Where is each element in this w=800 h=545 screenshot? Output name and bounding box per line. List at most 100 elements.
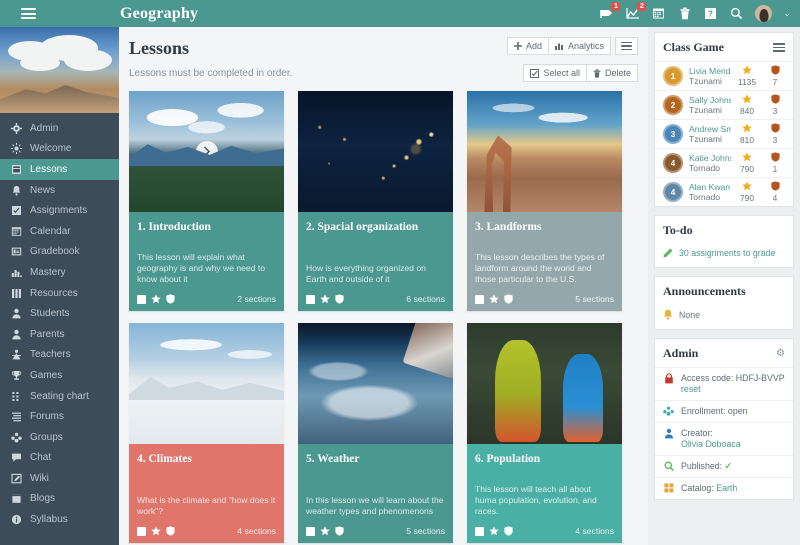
class-game-panel: Class Game 1Livia MendesTzunami113572Sal… xyxy=(654,32,794,207)
player-rank: 2 xyxy=(670,100,676,110)
class-game-player-row[interactable]: 4 Katie JohnsonTornado 790 1 xyxy=(655,148,793,177)
lesson-section-count: 5 sections xyxy=(575,294,614,304)
sidebar-item-forums[interactable]: Forums xyxy=(0,406,119,427)
avatar[interactable] xyxy=(755,5,773,22)
class-game-player-list: 1Livia MendesTzunami113572Sally JohnsonT… xyxy=(655,61,793,206)
todo-item[interactable]: 30 assignments to grade xyxy=(655,244,793,267)
sidebar-item-chat[interactable]: Chat xyxy=(0,448,119,469)
play-lesson-button[interactable] xyxy=(195,140,218,163)
lesson-card[interactable]: 6. Population This lesson will teach all … xyxy=(467,323,622,543)
sidebar-item-syllabus[interactable]: Syllabus xyxy=(0,509,119,530)
trash-icon xyxy=(593,68,601,78)
app-title: Geography xyxy=(120,4,199,22)
select-all-button[interactable]: Select all xyxy=(523,64,587,82)
class-game-player-row[interactable]: 1 Livia MendesTzunami 1135 7 xyxy=(655,61,793,90)
sidebar-item-gradebook[interactable]: Gradebook xyxy=(0,242,119,263)
gear-icon xyxy=(10,122,22,134)
search-icon[interactable] xyxy=(729,6,744,21)
calendar-icon xyxy=(10,226,22,237)
sidebar-item-calendar[interactable]: Calendar xyxy=(0,221,119,242)
main-menu-toggle[interactable] xyxy=(0,6,56,22)
sidebar-item-news[interactable]: News xyxy=(0,180,119,201)
lesson-card[interactable]: 2. Spacial organization How is everything… xyxy=(298,91,453,311)
sidebar-item-groups[interactable]: Groups xyxy=(0,427,119,448)
calendar-icon xyxy=(11,226,21,236)
star-icon[interactable] xyxy=(320,526,330,536)
sidebar-item-assignments[interactable]: Assignments xyxy=(0,200,119,221)
lesson-select-checkbox[interactable] xyxy=(137,526,146,536)
sidebar-item-teachers[interactable]: Teachers xyxy=(0,345,119,366)
shield-icon xyxy=(765,123,785,135)
star-icon[interactable] xyxy=(489,294,499,304)
star-icon[interactable] xyxy=(151,526,161,536)
book-icon xyxy=(10,164,22,175)
player-name[interactable]: Alan Kwan xyxy=(689,182,731,192)
shield-icon[interactable] xyxy=(504,294,513,304)
shield-icon[interactable] xyxy=(335,294,344,304)
chevron-down-icon[interactable]: ⌄ xyxy=(783,8,791,19)
lesson-title: 1. Introduction xyxy=(137,221,211,233)
hamburger-icon xyxy=(20,6,36,22)
admin-row-link[interactable]: Olivia Doboaca xyxy=(681,439,741,449)
sidebar-item-mastery[interactable]: Mastery xyxy=(0,262,119,283)
lesson-card[interactable]: 3. Landforms This lesson describes the ty… xyxy=(467,91,622,311)
catalog-icon xyxy=(663,483,673,493)
shield-icon[interactable] xyxy=(166,294,175,304)
shield-icon[interactable] xyxy=(166,526,175,536)
lesson-section-count: 4 sections xyxy=(575,526,614,536)
blog-icon xyxy=(10,493,22,504)
lesson-select-checkbox[interactable] xyxy=(306,526,315,536)
lesson-select-checkbox[interactable] xyxy=(306,294,315,304)
player-name[interactable]: Andrew Smith xyxy=(689,124,731,134)
admin-row-link[interactable]: reset xyxy=(681,384,701,394)
class-game-player-row[interactable]: 2 Sally JohnsonTzunami 840 3 xyxy=(655,90,793,119)
star-icon[interactable] xyxy=(489,526,499,536)
admin-row-link[interactable]: Earth xyxy=(716,483,737,493)
analytics-button[interactable]: Analytics xyxy=(548,37,611,55)
sidebar-item-welcome[interactable]: Welcome xyxy=(0,139,119,160)
search-icon xyxy=(663,461,674,472)
star-icon[interactable] xyxy=(320,294,330,304)
sidebar-item-admin[interactable]: Admin xyxy=(0,118,119,139)
gear-icon[interactable]: ⚙ xyxy=(776,348,785,359)
class-game-menu-button[interactable] xyxy=(773,41,785,54)
lesson-card[interactable]: 4. Climates What is the climate and "how … xyxy=(129,323,284,543)
sidebar-item-resources[interactable]: Resources xyxy=(0,283,119,304)
sidebar-item-seating-chart[interactable]: Seating chart xyxy=(0,386,119,407)
player-name[interactable]: Sally Johnson xyxy=(689,95,731,105)
notifications-icon[interactable]: 1 xyxy=(599,2,621,21)
star-icon[interactable] xyxy=(151,294,161,304)
lock-icon xyxy=(664,373,673,384)
lesson-select-checkbox[interactable] xyxy=(137,294,146,304)
trash-icon[interactable] xyxy=(677,6,692,21)
sidebar-item-label: Groups xyxy=(30,431,63,443)
sidebar-item-students[interactable]: Students xyxy=(0,303,119,324)
sidebar-item-lessons[interactable]: Lessons xyxy=(0,159,119,180)
calendar-icon[interactable] xyxy=(651,6,666,21)
sidebar-item-blogs[interactable]: Blogs xyxy=(0,489,119,510)
shield-icon[interactable] xyxy=(335,526,344,536)
lesson-select-checkbox[interactable] xyxy=(475,526,484,536)
lesson-card[interactable]: 5. Weather In this lesson we will learn a… xyxy=(298,323,453,543)
player-name[interactable]: Livia Mendes xyxy=(689,66,731,76)
admin-row-list: Access code: HDFJ-BVVP reset Enrollment: o… xyxy=(655,367,793,499)
player-name[interactable]: Katie Johnson xyxy=(689,153,731,163)
lesson-section-count: 4 sections xyxy=(237,526,276,536)
sidebar-item-parents[interactable]: Parents xyxy=(0,324,119,345)
main-header: Lessons Lessons must be completed in ord… xyxy=(129,37,638,82)
class-game-player-row[interactable]: 4 Alan Kwan Tornado 790 4 xyxy=(655,177,793,206)
add-button[interactable]: Add xyxy=(506,37,549,55)
class-game-player-row[interactable]: 3 Andrew SmithTzunami 810 3 xyxy=(655,119,793,148)
lesson-select-checkbox[interactable] xyxy=(475,294,484,304)
edit-icon xyxy=(10,473,22,484)
delete-button[interactable]: Delete xyxy=(586,64,638,82)
user-icon xyxy=(664,428,673,439)
help-icon[interactable]: ? xyxy=(703,6,718,21)
analytics-icon[interactable]: 2 xyxy=(625,2,647,21)
sidebar-item-games[interactable]: Games xyxy=(0,365,119,386)
main-options-button[interactable] xyxy=(615,37,638,55)
lesson-thumbnail xyxy=(467,91,622,212)
lesson-card[interactable]: 1. Introduction This lesson will explain … xyxy=(129,91,284,311)
shield-icon[interactable] xyxy=(504,526,513,536)
sidebar-item-wiki[interactable]: Wiki xyxy=(0,468,119,489)
